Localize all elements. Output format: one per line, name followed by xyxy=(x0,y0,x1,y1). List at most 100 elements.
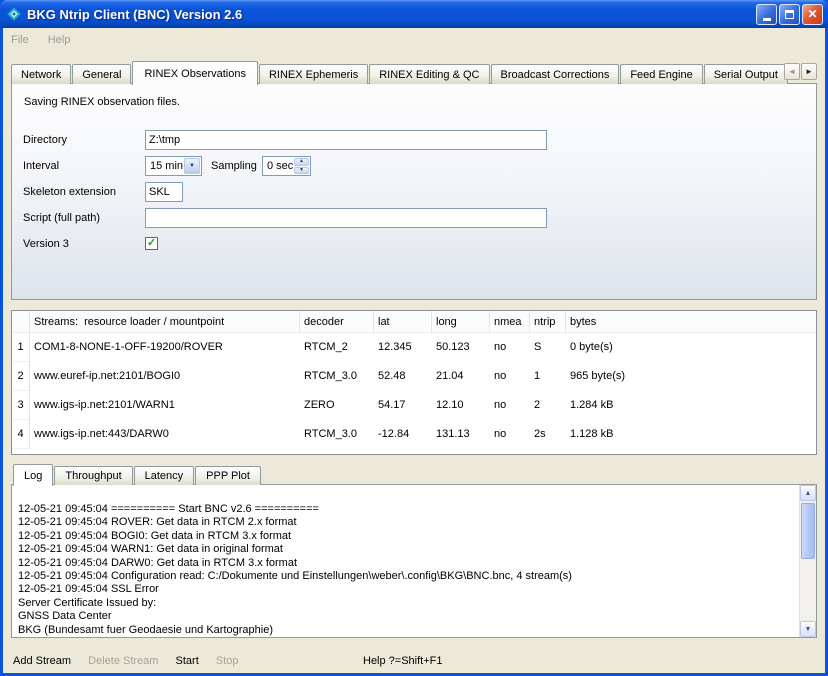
action-bar: Add Stream Delete Stream Start Stop Help… xyxy=(13,649,815,673)
table-row[interactable]: 1 COM1-8-NONE-1-OFF-19200/ROVER RTCM_2 1… xyxy=(12,333,816,362)
menu-bar: File Help xyxy=(3,28,825,52)
cell-lat: 52.48 xyxy=(374,362,432,391)
start-button[interactable]: Start xyxy=(176,655,199,667)
sampling-label: Sampling xyxy=(211,156,257,176)
stop-button[interactable]: Stop xyxy=(216,655,239,667)
log-panel: 12-05-21 09:45:04 ========== Start BNC v… xyxy=(11,484,817,638)
client-area: File Help Network General RINEX Observat… xyxy=(3,28,825,673)
tab-scroll-buttons: ◄ ► xyxy=(783,63,817,80)
row-number: 3 xyxy=(12,391,30,420)
cell-bytes: 1.128 kB xyxy=(566,420,816,449)
tab-throughput[interactable]: Throughput xyxy=(54,466,132,485)
tab-ppp-plot[interactable]: PPP Plot xyxy=(195,466,261,485)
left-arrow-icon: ◄ xyxy=(788,67,796,76)
log-line: 12-05-21 09:45:04 Configuration read: C:… xyxy=(18,570,795,583)
header-lat: lat xyxy=(374,311,432,332)
log-line: 12-05-21 09:45:04 SSL Error xyxy=(18,583,795,596)
tab-serial-output[interactable]: Serial Output xyxy=(704,64,788,84)
version3-label: Version 3 xyxy=(23,234,69,254)
tab-general[interactable]: General xyxy=(72,64,131,84)
scroll-up-button[interactable]: ▲ xyxy=(800,485,816,501)
sampling-spinner: ▲ ▼ xyxy=(294,158,309,174)
directory-input[interactable] xyxy=(145,130,547,150)
chevron-down-icon: ▼ xyxy=(189,163,195,169)
add-stream-button[interactable]: Add Stream xyxy=(13,655,71,667)
sampling-spinbox[interactable]: 0 sec ▲ ▼ xyxy=(262,156,311,176)
cell-ntrip: 2 xyxy=(530,391,566,420)
cell-nmea: no xyxy=(490,333,530,362)
log-line: GNSS Data Center xyxy=(18,610,795,623)
tab-network[interactable]: Network xyxy=(11,64,71,84)
interval-select[interactable]: 15 min ▼ xyxy=(145,156,202,176)
app-icon xyxy=(6,6,22,22)
close-icon: ✕ xyxy=(807,8,817,20)
minimize-icon xyxy=(763,18,771,21)
row-number: 2 xyxy=(12,362,30,391)
skeleton-extension-input[interactable] xyxy=(145,182,183,202)
help-shortcut-label: Help ?=Shift+F1 xyxy=(363,649,443,673)
close-button[interactable]: ✕ xyxy=(802,4,823,25)
tab-bar: Network General RINEX Observations RINEX… xyxy=(11,59,817,84)
cell-long: 50.123 xyxy=(432,333,490,362)
scroll-down-icon: ▼ xyxy=(805,626,812,633)
scroll-down-button[interactable]: ▼ xyxy=(800,621,816,637)
skeleton-extension-label: Skeleton extension xyxy=(23,182,116,202)
streams-table: Streams: resource loader / mountpoint de… xyxy=(11,310,817,455)
cell-mountpoint: www.igs-ip.net:2101/WARN1 xyxy=(30,391,300,420)
log-output: 12-05-21 09:45:04 ========== Start BNC v… xyxy=(12,485,799,637)
maximize-button[interactable] xyxy=(779,4,800,25)
cell-lat: 12.345 xyxy=(374,333,432,362)
cell-nmea: no xyxy=(490,362,530,391)
cell-decoder: RTCM_3.0 xyxy=(300,362,374,391)
panel-description: Saving RINEX observation files. xyxy=(24,96,180,108)
delete-stream-button[interactable]: Delete Stream xyxy=(88,655,158,667)
cell-decoder: RTCM_2 xyxy=(300,333,374,362)
title-bar[interactable]: BKG Ntrip Client (BNC) Version 2.6 ✕ xyxy=(0,0,828,28)
cell-long: 21.04 xyxy=(432,362,490,391)
maximize-icon xyxy=(785,10,794,19)
cell-nmea: no xyxy=(490,391,530,420)
log-line: Server Certificate Issued by: xyxy=(18,597,795,610)
cell-lat: 54.17 xyxy=(374,391,432,420)
app-window: BKG Ntrip Client (BNC) Version 2.6 ✕ Fil… xyxy=(0,0,828,676)
cell-ntrip: S xyxy=(530,333,566,362)
cell-ntrip: 2s xyxy=(530,420,566,449)
interval-dropdown-button[interactable]: ▼ xyxy=(184,158,200,174)
menu-help[interactable]: Help xyxy=(48,34,71,46)
sampling-increment-button[interactable]: ▲ xyxy=(294,158,309,166)
cell-mountpoint: www.igs-ip.net:443/DARW0 xyxy=(30,420,300,449)
tab-broadcast-corrections[interactable]: Broadcast Corrections xyxy=(491,64,620,84)
directory-label: Directory xyxy=(23,130,67,150)
table-row[interactable]: 3 www.igs-ip.net:2101/WARN1 ZERO 54.17 1… xyxy=(12,391,816,420)
header-long: long xyxy=(432,311,490,332)
table-row[interactable]: 2 www.euref-ip.net:2101/BOGI0 RTCM_3.0 5… xyxy=(12,362,816,391)
tab-log[interactable]: Log xyxy=(13,464,53,486)
cell-bytes: 965 byte(s) xyxy=(566,362,816,391)
bottom-tab-bar: Log Throughput Latency PPP Plot xyxy=(13,462,262,485)
window-controls: ✕ xyxy=(756,4,828,25)
version3-checkbox[interactable]: ✓ xyxy=(145,237,158,250)
tab-scroll-right-button[interactable]: ► xyxy=(801,63,817,80)
tab-latency[interactable]: Latency xyxy=(134,466,195,485)
table-row[interactable]: 4 www.igs-ip.net:443/DARW0 RTCM_3.0 -12.… xyxy=(12,420,816,449)
tab-rinex-observations[interactable]: RINEX Observations xyxy=(132,61,257,85)
header-decoder: decoder xyxy=(300,311,374,332)
script-path-input[interactable] xyxy=(145,208,547,228)
checkmark-icon: ✓ xyxy=(146,238,157,249)
menu-file[interactable]: File xyxy=(11,34,29,46)
minimize-button[interactable] xyxy=(756,4,777,25)
log-scrollbar[interactable]: ▲ ▼ xyxy=(799,485,816,637)
cell-bytes: 1.284 kB xyxy=(566,391,816,420)
scroll-up-icon: ▲ xyxy=(805,490,812,497)
tab-rinex-ephemeris[interactable]: RINEX Ephemeris xyxy=(259,64,368,84)
header-bytes: bytes xyxy=(566,311,816,332)
cell-decoder: RTCM_3.0 xyxy=(300,420,374,449)
tab-feed-engine[interactable]: Feed Engine xyxy=(620,64,702,84)
tab-rinex-editing-qc[interactable]: RINEX Editing & QC xyxy=(369,64,489,84)
tab-scroll-left-button[interactable]: ◄ xyxy=(784,63,800,80)
sampling-decrement-button[interactable]: ▼ xyxy=(294,167,309,175)
log-line: 12-05-21 09:45:04 ========== Start BNC v… xyxy=(18,503,795,516)
scrollbar-thumb[interactable] xyxy=(801,503,815,559)
script-path-label: Script (full path) xyxy=(23,208,100,228)
header-row-number xyxy=(12,311,30,332)
